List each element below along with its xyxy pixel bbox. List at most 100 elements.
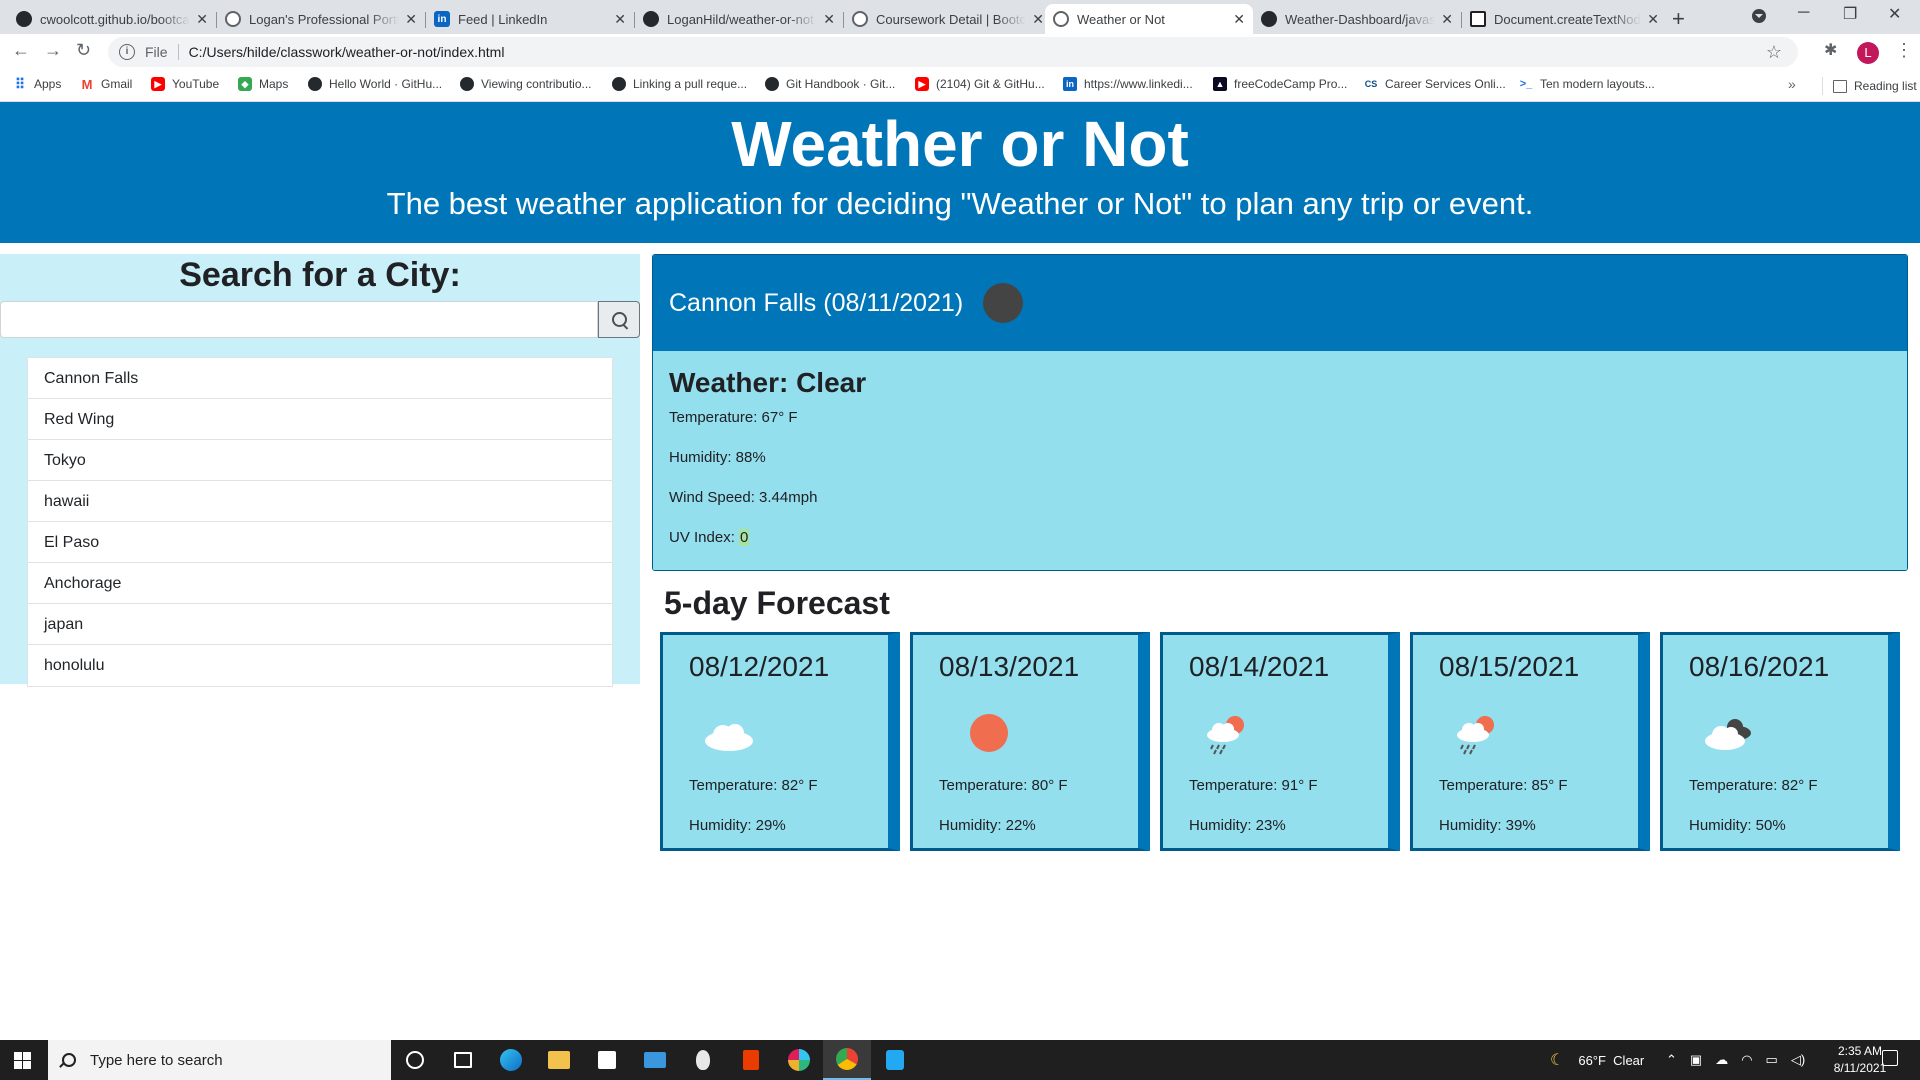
bookmark-linkedin[interactable]: in https://www.linkedi... — [1063, 77, 1193, 91]
bookmark-label: Apps — [34, 77, 62, 91]
history-item[interactable]: El Paso — [28, 522, 612, 563]
bookmark-star-icon[interactable]: ☆ — [1766, 42, 1782, 63]
reload-icon[interactable]: ↻ — [76, 40, 91, 61]
url-text[interactable]: C:/Users/hilde/classwork/weather-or-not/… — [189, 44, 505, 60]
site-header: Weather or Not The best weather applicat… — [0, 102, 1920, 243]
minimize-icon[interactable]: ─ — [1798, 4, 1809, 22]
close-icon[interactable]: ✕ — [1647, 11, 1659, 28]
bookmark-career-services[interactable]: CS Career Services Onli... — [1364, 77, 1506, 91]
store-icon[interactable] — [583, 1040, 631, 1080]
alien-icon[interactable] — [679, 1040, 727, 1080]
tab-7[interactable]: Weather-Dashboard/javas ✕ — [1253, 4, 1461, 34]
tab-3[interactable]: in Feed | LinkedIn ✕ — [426, 4, 634, 34]
document-icon — [1470, 11, 1486, 27]
address-bar[interactable]: i File C:/Users/hilde/classwork/weather-… — [108, 37, 1798, 67]
tab-5[interactable]: Coursework Detail | Bootca ✕ — [844, 4, 1052, 34]
profile-avatar[interactable]: L — [1857, 42, 1879, 64]
bookmark-label: Git Handbook · Git... — [786, 77, 896, 91]
chrome-icon[interactable] — [823, 1040, 871, 1080]
history-item[interactable]: hawaii — [28, 481, 612, 522]
history-item[interactable]: Red Wing — [28, 399, 612, 440]
bookmark-ten-modern-layouts[interactable]: >_ Ten modern layouts... — [1519, 77, 1655, 91]
search-panel: Search for a City: Cannon Falls Red Wing… — [0, 254, 640, 687]
volume-icon[interactable]: ◁) — [1791, 1052, 1805, 1068]
forecast-date: 08/14/2021 — [1189, 651, 1330, 682]
bookmark-label: Linking a pull reque... — [633, 77, 748, 91]
network-icon[interactable]: ◠ — [1741, 1052, 1752, 1068]
bookmark-viewing-contributions[interactable]: Viewing contributio... — [460, 77, 592, 91]
close-icon[interactable]: ✕ — [1032, 11, 1044, 28]
bookmark-git-github-video[interactable]: ▶ (2104) Git & GitHu... — [915, 77, 1045, 91]
notification-icon[interactable] — [1882, 1050, 1898, 1066]
tab-6-active[interactable]: Weather or Not ✕ — [1045, 4, 1253, 34]
github-icon — [308, 77, 322, 91]
meet-now-icon[interactable]: ▣ — [1690, 1052, 1702, 1068]
office-icon[interactable] — [727, 1040, 775, 1080]
edge-icon[interactable] — [487, 1040, 535, 1080]
onedrive-icon[interactable]: ☁ — [1715, 1052, 1728, 1068]
close-icon[interactable]: ✕ — [1441, 11, 1453, 28]
search-icon — [611, 312, 627, 327]
bookmark-freecodecamp[interactable]: ▲ freeCodeCamp Pro... — [1213, 77, 1347, 91]
slack-icon[interactable] — [775, 1040, 823, 1080]
history-item[interactable]: Anchorage — [28, 563, 612, 604]
bookmark-hello-world[interactable]: Hello World · GitHu... — [308, 77, 442, 91]
battery-icon[interactable]: ▭ — [1766, 1052, 1778, 1068]
forecast-date: 08/15/2021 — [1439, 651, 1580, 682]
bookmark-label: Maps — [259, 77, 289, 91]
forecast-heading: 5-day Forecast — [664, 585, 890, 621]
bookmark-linking-pr[interactable]: Linking a pull reque... — [612, 77, 747, 91]
tab-search-icon[interactable] — [1752, 9, 1766, 23]
close-icon[interactable]: ✕ — [196, 11, 208, 28]
clock-date: 8/11/2021 — [1833, 1061, 1887, 1075]
bookmark-gmail[interactable]: M Gmail — [80, 77, 132, 92]
close-icon[interactable]: ✕ — [823, 11, 835, 28]
forward-icon[interactable]: → — [44, 40, 62, 61]
search-button[interactable] — [598, 301, 640, 338]
city-search-input[interactable] — [0, 301, 598, 338]
bookmark-youtube[interactable]: ▶ YouTube — [151, 77, 219, 91]
tab-8[interactable]: Document.createTextNode ✕ — [1462, 4, 1667, 34]
mail-icon[interactable] — [631, 1040, 679, 1080]
taskbar-weather[interactable]: ☾ 66°F Clear — [1550, 1040, 1644, 1080]
uv-label: UV Index: — [669, 529, 740, 546]
menu-icon[interactable]: ⋮ — [1895, 40, 1913, 61]
github-icon — [643, 11, 659, 27]
history-item[interactable]: Cannon Falls — [28, 358, 612, 399]
new-tab-button[interactable]: + — [1672, 6, 1685, 32]
taskbar-search-box[interactable]: Type here to search — [48, 1040, 391, 1080]
restore-icon[interactable]: ❐ — [1843, 4, 1857, 24]
forecast-temperature: Temperature: 82° F — [689, 777, 818, 794]
taskbar-clock[interactable]: 2:35 AM 8/11/2021 — [1830, 1043, 1890, 1077]
history-item[interactable]: Tokyo — [28, 440, 612, 481]
windows-start-icon[interactable] — [14, 1052, 31, 1069]
close-icon[interactable]: ✕ — [614, 11, 626, 28]
cortana-icon[interactable] — [391, 1040, 439, 1080]
task-view-icon[interactable] — [439, 1040, 487, 1080]
current-uv-index: UV Index: 0 — [669, 529, 1891, 569]
bookmark-maps[interactable]: ◆ Maps — [238, 77, 288, 91]
chevron-up-icon[interactable]: ⌃ — [1666, 1052, 1677, 1068]
more-bookmarks-button[interactable]: » — [1788, 76, 1796, 92]
bookmark-apps[interactable]: ⠿ Apps — [13, 76, 62, 92]
globe-icon — [1053, 11, 1069, 27]
bookmark-git-handbook[interactable]: Git Handbook · Git... — [765, 77, 895, 91]
window-close-icon[interactable]: ✕ — [1888, 4, 1901, 24]
extensions-icon[interactable]: ✱ — [1824, 40, 1837, 60]
current-weather-card: Cannon Falls (08/11/2021) Weather: Clear… — [652, 254, 1908, 571]
reading-list-button[interactable]: Reading list — [1822, 77, 1917, 95]
info-icon[interactable]: i — [119, 44, 135, 60]
back-icon[interactable]: ← — [12, 40, 30, 61]
cloud-icon — [705, 724, 753, 751]
youtube-icon: ▶ — [915, 77, 929, 91]
forecast-humidity: Humidity: 39% — [1439, 817, 1536, 834]
close-icon[interactable]: ✕ — [405, 11, 417, 28]
tab-2[interactable]: Logan's Professional Portfo ✕ — [217, 4, 425, 34]
tab-4[interactable]: LoganHild/weather-or-not ✕ — [635, 4, 843, 34]
vscode-icon[interactable] — [871, 1040, 919, 1080]
history-item[interactable]: honolulu — [28, 645, 612, 686]
tab-1[interactable]: cwoolcott.github.io/bootca ✕ — [8, 4, 216, 34]
history-item[interactable]: japan — [28, 604, 612, 645]
file-explorer-icon[interactable] — [535, 1040, 583, 1080]
close-icon[interactable]: ✕ — [1233, 11, 1245, 28]
